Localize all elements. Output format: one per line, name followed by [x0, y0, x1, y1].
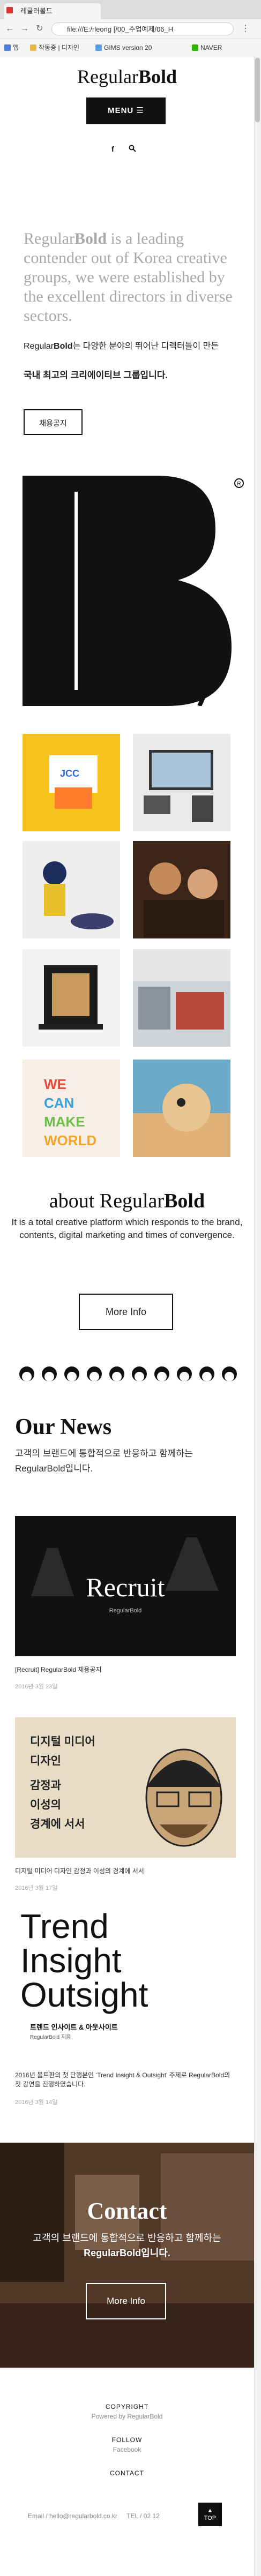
contact-desc-line-1: 고객의 브랜드에 통합적으로 반응하고 함께하는 — [33, 2233, 221, 2243]
recruit-image-title: Recruit — [86, 1572, 165, 1602]
news-2-line-1: 디지털 미디어 — [30, 1736, 95, 1748]
logo-bold: Bold — [138, 66, 177, 87]
top-label: TOP — [204, 2515, 217, 2521]
news-item-2-caption[interactable]: 디지털 미디어 디자인 감정과 이성의 경계에 서서 — [15, 1866, 236, 1875]
arrow-up-icon: ▲ — [207, 2507, 213, 2514]
news-2-line-3: 감정과 — [30, 1779, 61, 1792]
scrollbar-thumb[interactable] — [255, 58, 260, 122]
svg-text:WORLD: WORLD — [44, 1132, 96, 1148]
portfolio-thumb-7[interactable]: WE CAN MAKE WORLD — [23, 1060, 120, 1157]
intro-heading: RegularBold is a leading contender out o… — [24, 230, 233, 325]
page-icon — [95, 44, 102, 51]
footer-contact-line: Email / hello@regularbold.co.kr TEL / 02… — [28, 2512, 160, 2520]
about-text: It is a total creative platform which re… — [11, 1217, 243, 1240]
news-3-line-2: Insight — [20, 1941, 122, 1980]
footer-contact-heading: CONTACT — [109, 2469, 145, 2477]
footer-copyright-text: Powered by RegularBold — [91, 2413, 163, 2420]
team-faces-illustration — [19, 1366, 237, 1381]
svg-text:WE: WE — [44, 1076, 66, 1092]
contact-desc-line-2: RegularBold입니다. — [84, 2248, 170, 2258]
menu-dots-icon[interactable]: ⋮ — [240, 24, 251, 34]
portfolio-thumb-8[interactable] — [133, 1060, 230, 1157]
news-2-line-2: 디자인 — [30, 1755, 61, 1767]
news-3-line-1: Trend — [20, 1911, 109, 1946]
news-2-line-5: 경계에 서서 — [30, 1818, 85, 1830]
intro-text: RegularBold는 다양한 분야의 뛰어난 디렉터들이 만든 — [24, 342, 219, 351]
news-item-1-image[interactable]: Recruit RegularBold — [15, 1516, 236, 1656]
portfolio-thumb-3[interactable] — [23, 841, 120, 938]
apps-icon — [4, 44, 11, 51]
contact-more-info-button[interactable]: More Info — [86, 2283, 166, 2319]
portfolio-thumb-5[interactable] — [23, 949, 120, 1047]
hamburger-icon: ☰ — [136, 106, 144, 115]
back-to-top-button[interactable]: ▲ TOP — [198, 2503, 222, 2526]
news-item-1-date: 2016년 3월 23일 — [15, 1684, 58, 1690]
bookmark-1[interactable]: 작동중 | 디자인 — [39, 43, 79, 52]
folder-icon — [30, 44, 36, 51]
news-description: 고객의 브랜드에 통합적으로 반응하고 함께하는 RegularBold입니다. — [15, 1448, 193, 1474]
news-3-line-3: Outsight — [20, 1976, 148, 2014]
bookmark-2[interactable]: GIMS version 20 — [104, 43, 152, 52]
footer-follow-heading: FOLLOW — [111, 2436, 143, 2444]
portfolio-thumb-1[interactable]: JCC — [23, 734, 120, 831]
intro-strong: 국내 최고의 크리에이티브 그룹입니다. — [24, 370, 168, 380]
footer-facebook-link[interactable]: Facebook — [0, 2446, 254, 2453]
menu-button[interactable]: MENU ☰ — [86, 97, 166, 124]
news-2-line-4: 이성의 — [30, 1799, 61, 1811]
bookmark-apps[interactable]: 앱 — [13, 43, 19, 52]
facebook-icon[interactable]: f — [111, 145, 114, 153]
tab-title: 레귤러볼드 — [20, 7, 53, 15]
menu-label: MENU — [108, 106, 134, 115]
footer-tel: TEL / 02 12 — [126, 2512, 160, 2520]
contact-title: Contact — [87, 2198, 167, 2224]
about-title: about RegularBold — [49, 1190, 205, 1212]
news-item-3-image[interactable]: Trend Insight Outsight 트렌드 인사이트 & 아웃사이트 … — [15, 1911, 236, 2067]
url-input[interactable]: file:///E:/rleong [/00_수업예제/06_H — [51, 22, 234, 35]
news-3-sub2: RegularBold 지음 — [30, 2034, 71, 2040]
big-b-logo-graphic: R — [23, 476, 244, 706]
footer-email[interactable]: Email / hello@regularbold.co.kr — [28, 2512, 117, 2520]
recruit-image-sub: RegularBold — [109, 1608, 142, 1614]
portfolio-thumb-2[interactable] — [133, 734, 230, 831]
scrollbar-track[interactable] — [254, 57, 261, 2576]
naver-icon — [192, 44, 198, 51]
recruit-button[interactable]: 채용공지 — [24, 409, 83, 435]
portfolio-thumb-6[interactable] — [133, 949, 230, 1047]
news-item-2-image[interactable]: 디지털 미디어 디자인 감정과 이성의 경계에 서서 — [15, 1717, 236, 1858]
logo-regular: Regular — [77, 66, 138, 87]
browser-tab[interactable]: 레귤러볼드 — [4, 3, 101, 19]
news-item-1-caption[interactable]: [Recruit] RegularBold 채용공지 — [15, 1665, 236, 1674]
svg-text:MAKE: MAKE — [44, 1114, 85, 1130]
back-icon[interactable]: ← — [4, 24, 15, 34]
svg-text:R: R — [237, 481, 241, 487]
about-more-info-button[interactable]: More Info — [79, 1294, 173, 1330]
news-item-3-date: 2016년 3월 14일 — [15, 2099, 58, 2106]
news-3-sub: 트렌드 인사이트 & 아웃사이트 — [30, 2023, 118, 2031]
news-item-2-date: 2016년 3월 17일 — [15, 1885, 58, 1891]
reload-icon[interactable]: ↻ — [34, 24, 45, 34]
forward-icon[interactable]: → — [19, 24, 30, 34]
svg-text:JCC: JCC — [60, 768, 79, 779]
news-title: Our News — [15, 1415, 112, 1439]
tab-favicon-icon — [6, 7, 13, 13]
news-item-3-caption[interactable]: 2016년 볼트판의 첫 단행본인 ‘Trend Insight & Outsi… — [15, 2071, 236, 2089]
site-logo[interactable]: RegularBold — [0, 65, 254, 88]
footer-copyright-heading: COPYRIGHT — [105, 2403, 149, 2410]
portfolio-thumb-4[interactable] — [133, 841, 230, 938]
bookmark-3[interactable]: NAVER — [200, 43, 222, 52]
contact-description: 고객의 브랜드에 통합적으로 반응하고 함께하는 RegularBold입니다. — [11, 2230, 243, 2260]
svg-text:CAN: CAN — [44, 1095, 74, 1111]
search-icon[interactable] — [129, 145, 136, 154]
